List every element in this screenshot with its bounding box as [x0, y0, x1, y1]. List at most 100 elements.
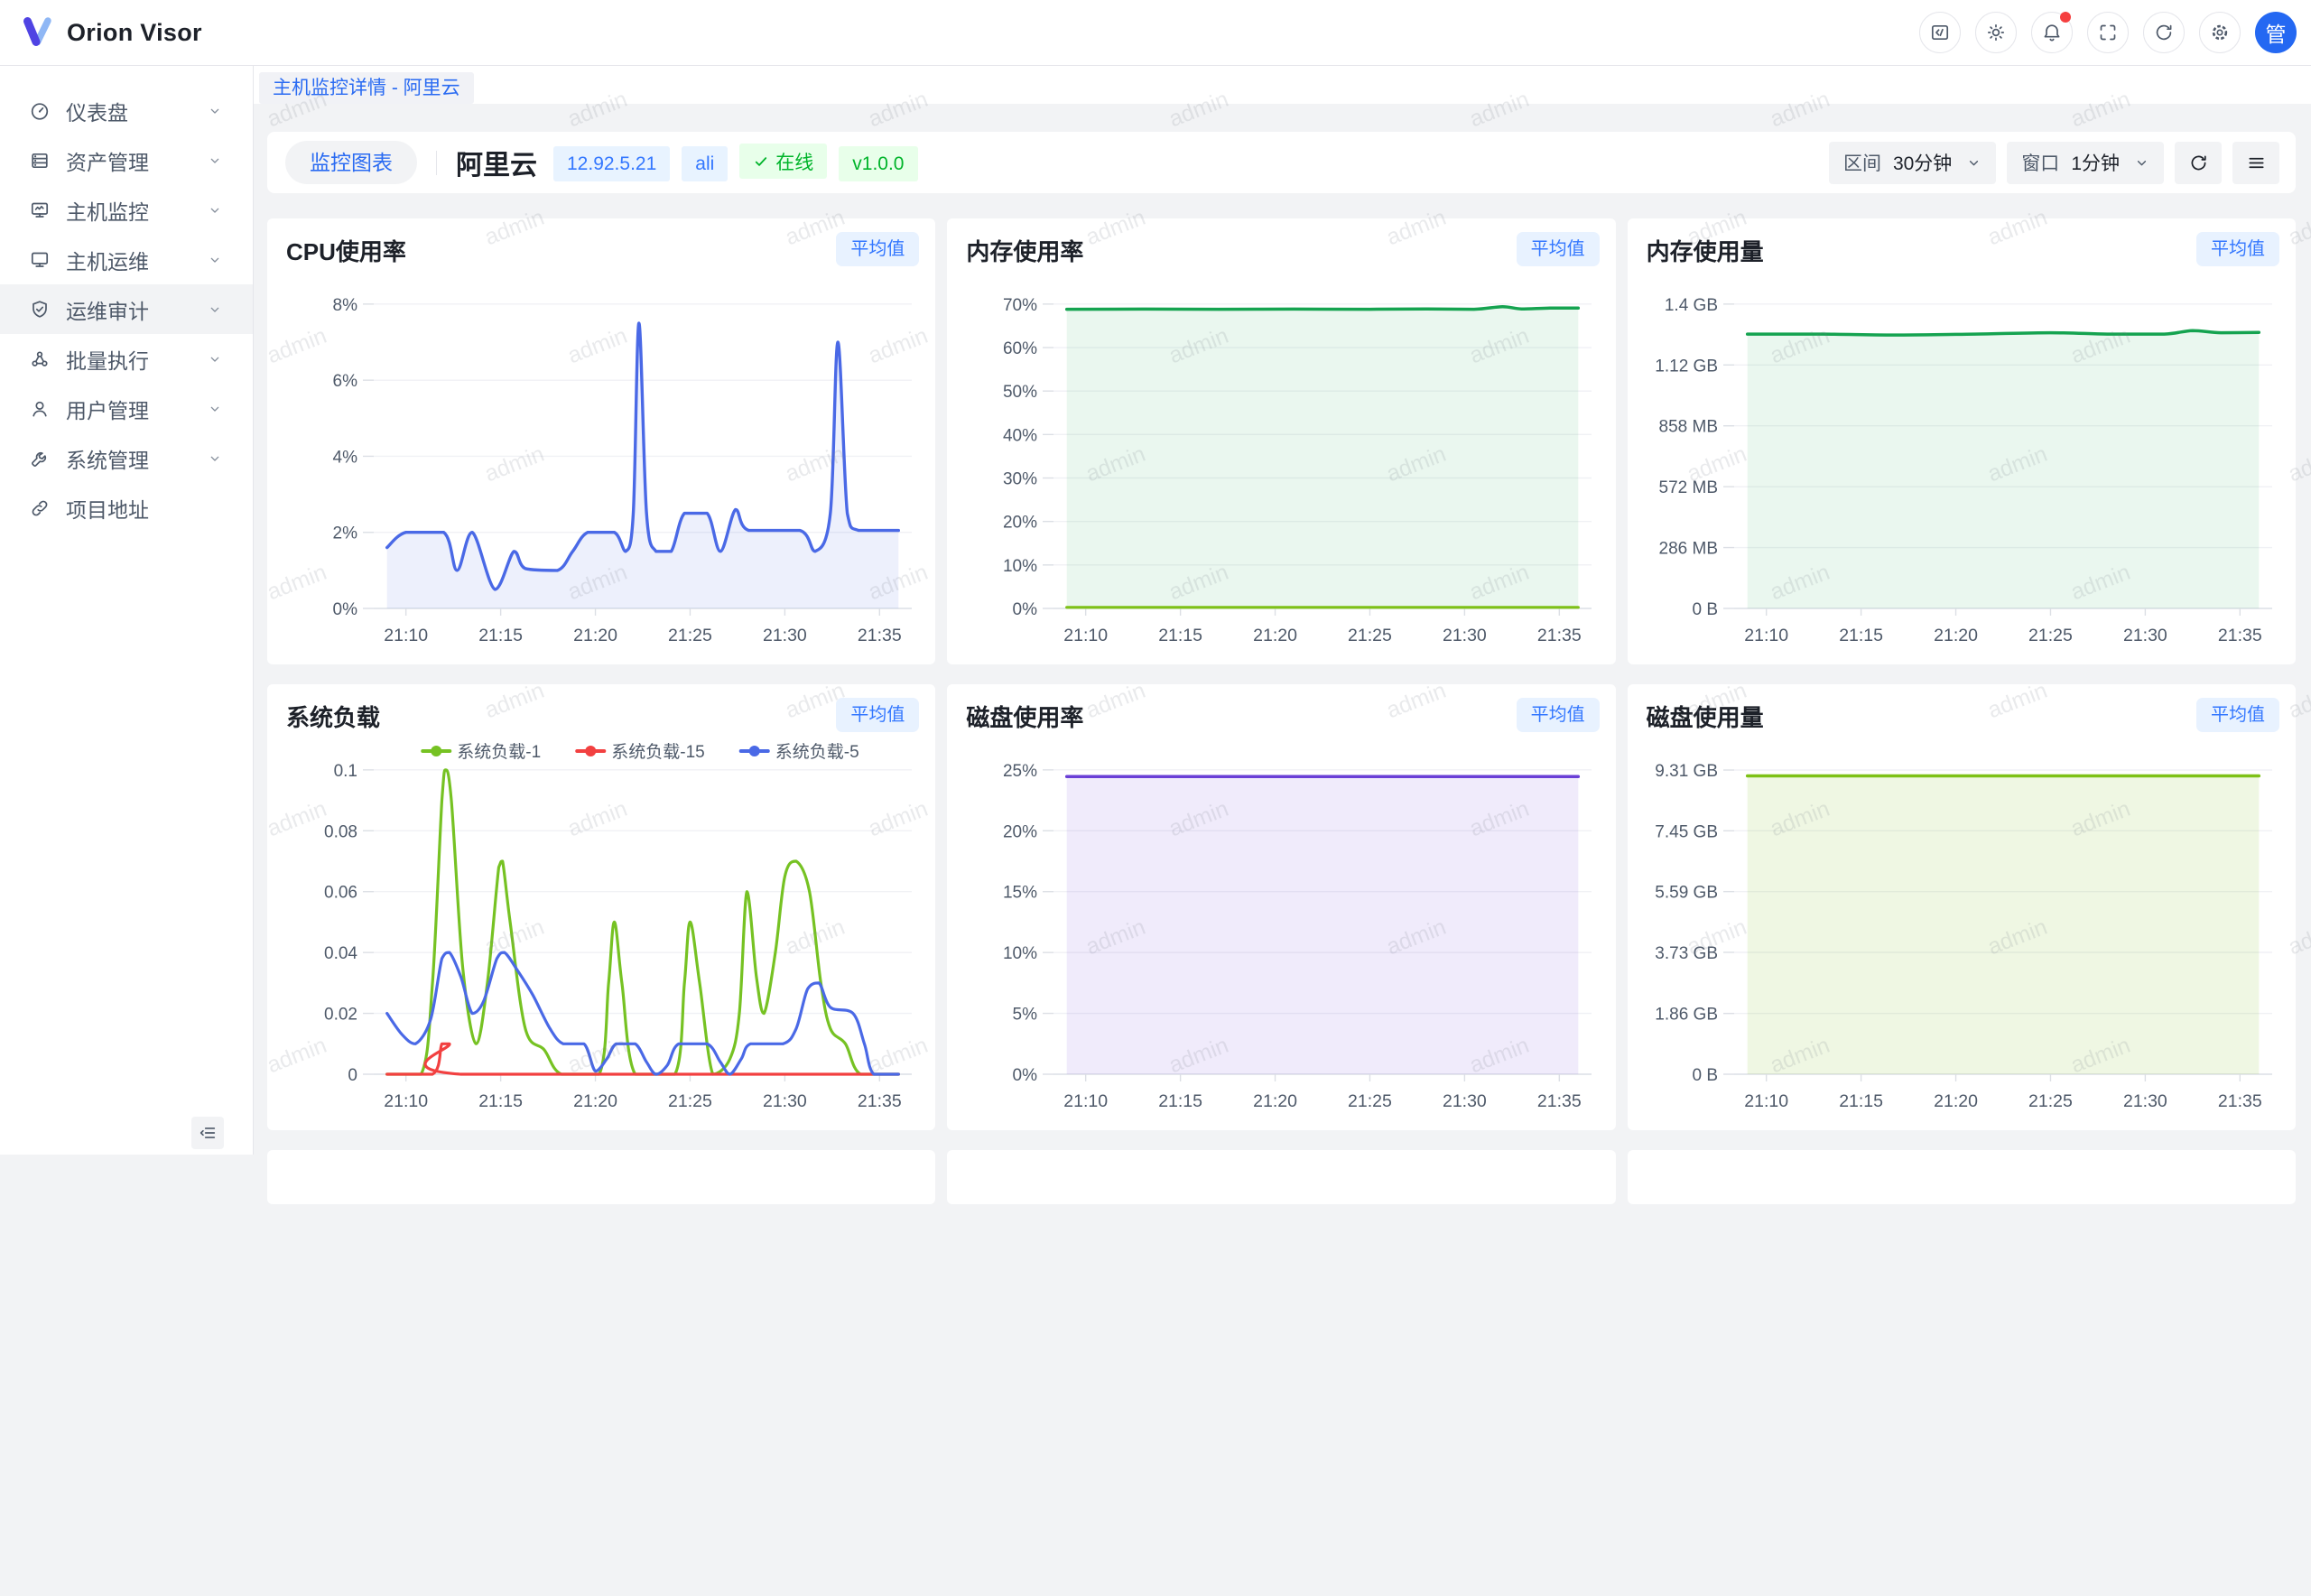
svg-text:0 B: 0 B [1692, 1066, 1718, 1085]
chart-card-6: 磁盘使用量平均值9.31 GB7.45 GB5.59 GB3.73 GB1.86… [1628, 684, 2296, 1130]
range-select[interactable]: 区间 30分钟 [1829, 142, 1996, 184]
svg-text:21:10: 21:10 [1744, 1091, 1788, 1111]
svg-text:25%: 25% [1003, 762, 1037, 781]
svg-text:2%: 2% [333, 524, 358, 543]
chevron-down-icon [208, 104, 222, 118]
svg-text:20%: 20% [1003, 514, 1037, 533]
sidebar-item-label: 系统管理 [66, 443, 208, 474]
range-select-label: 区间 [1843, 149, 1881, 176]
chart-title: 系统负载 [286, 700, 380, 733]
sidebar-item-monitor-chart[interactable]: 主机监控 [0, 185, 253, 235]
svg-text:6%: 6% [333, 372, 358, 391]
svg-text:21:30: 21:30 [1443, 1091, 1487, 1111]
app-logo: Orion Visor [20, 14, 202, 51]
sidebar-item-label: 主机监控 [66, 195, 208, 226]
svg-text:40%: 40% [1003, 426, 1037, 445]
divider [436, 151, 437, 175]
sidebar-item-label: 主机运维 [66, 245, 208, 275]
refresh-page-button[interactable] [2143, 12, 2185, 53]
svg-text:0.06: 0.06 [324, 884, 357, 903]
window-select[interactable]: 窗口 1分钟 [2007, 142, 2164, 184]
svg-text:21:25: 21:25 [1348, 1091, 1392, 1111]
notifications-button[interactable] [2031, 12, 2073, 53]
wrench-icon [29, 448, 51, 469]
shield-check-icon [29, 299, 51, 320]
sidebar: 仪表盘资产管理主机监控主机运维运维审计批量执行用户管理系统管理项目地址 [0, 66, 254, 1155]
svg-text:858 MB: 858 MB [1658, 418, 1717, 437]
svg-text:21:30: 21:30 [763, 1091, 807, 1111]
chart-config-button[interactable] [2232, 142, 2279, 184]
chart-aggregation-badge: 平均值 [1517, 698, 1600, 732]
sidebar-item-assets[interactable]: 资产管理 [0, 135, 253, 185]
sidebar-item-user[interactable]: 用户管理 [0, 384, 253, 433]
svg-text:系统负载-1: 系统负载-1 [457, 742, 541, 762]
svg-text:1.12 GB: 1.12 GB [1655, 357, 1718, 376]
breadcrumb[interactable]: 主机监控详情 - 阿里云 [259, 72, 474, 104]
sidebar-item-shield-check[interactable]: 运维审计 [0, 284, 253, 334]
sidebar-collapse-button[interactable] [191, 1117, 224, 1149]
svg-text:0%: 0% [1013, 1066, 1038, 1085]
user-avatar[interactable]: 管 [2255, 12, 2297, 53]
chart-aggregation-badge: 平均值 [836, 698, 919, 732]
svg-text:21:20: 21:20 [1253, 1091, 1297, 1111]
svg-text:8%: 8% [333, 296, 358, 315]
svg-text:15%: 15% [1003, 884, 1037, 903]
legend-item[interactable]: 系统负载-5 [741, 742, 859, 762]
svg-text:20%: 20% [1003, 822, 1037, 841]
theme-toggle-button[interactable] [1975, 12, 2017, 53]
chart-card-3: 内存使用量平均值1.4 GB1.12 GB858 MB572 MB286 MB0… [1628, 218, 2296, 664]
legend-item[interactable]: 系统负载-15 [577, 742, 704, 762]
svg-text:21:15: 21:15 [478, 1091, 523, 1111]
chevron-down-icon [1966, 155, 1982, 171]
user-icon [29, 398, 51, 420]
chart-title: CPU使用率 [286, 234, 406, 267]
gear-icon [2209, 22, 2231, 43]
code-button[interactable] [1919, 12, 1961, 53]
sidebar-menu: 仪表盘资产管理主机监控主机运维运维审计批量执行用户管理系统管理项目地址 [0, 66, 253, 533]
host-tag-text: 12.92.5.21 [567, 153, 656, 175]
sidebar-item-label: 项目地址 [66, 493, 222, 524]
chart-title: 磁盘使用量 [1647, 700, 1764, 733]
svg-text:60%: 60% [1003, 339, 1037, 358]
svg-text:0.02: 0.02 [324, 1006, 357, 1025]
svg-text:21:15: 21:15 [1159, 626, 1203, 645]
chart-title: 磁盘使用率 [966, 700, 1083, 733]
chart-card-1: CPU使用率平均值8%6%4%2%0%21:1021:1521:2021:252… [267, 218, 935, 664]
svg-text:21:15: 21:15 [478, 626, 523, 645]
svg-text:21:35: 21:35 [1537, 626, 1582, 645]
legend-item[interactable]: 系统负载-1 [422, 742, 541, 762]
svg-text:21:15: 21:15 [1159, 1091, 1203, 1111]
chart-card-5: 磁盘使用率平均值25%20%15%10%5%0%21:1021:1521:202… [947, 684, 1615, 1130]
chart-card-2: 内存使用率平均值70%60%50%40%30%20%10%0%21:1021:1… [947, 218, 1615, 664]
nodes-icon [29, 348, 51, 370]
chevron-down-icon [208, 402, 222, 416]
sidebar-item-gauge[interactable]: 仪表盘 [0, 86, 253, 135]
sidebar-item-nodes[interactable]: 批量执行 [0, 334, 253, 384]
sidebar-item-monitor[interactable]: 主机运维 [0, 235, 253, 284]
refresh-icon [2153, 22, 2175, 43]
range-select-value: 30分钟 [1893, 149, 1952, 176]
svg-text:3.73 GB: 3.73 GB [1655, 944, 1718, 963]
sidebar-item-link[interactable]: 项目地址 [0, 483, 253, 533]
svg-text:70%: 70% [1003, 296, 1037, 315]
refresh-charts-button[interactable] [2175, 142, 2222, 184]
sidebar-item-wrench[interactable]: 系统管理 [0, 433, 253, 483]
settings-button[interactable] [2199, 12, 2241, 53]
svg-text:系统负载-5: 系统负载-5 [775, 742, 859, 762]
fullscreen-button[interactable] [2087, 12, 2129, 53]
svg-text:21:35: 21:35 [2218, 1091, 2262, 1111]
svg-text:21:20: 21:20 [1253, 626, 1297, 645]
svg-text:0.08: 0.08 [324, 822, 357, 841]
sidebar-item-label: 资产管理 [66, 145, 208, 176]
monitor-chart-icon [29, 200, 51, 221]
svg-text:21:25: 21:25 [2028, 1091, 2073, 1111]
svg-text:572 MB: 572 MB [1658, 478, 1717, 497]
host-tag-text: v1.0.0 [852, 153, 904, 175]
link-icon [29, 497, 51, 519]
svg-text:21:35: 21:35 [2218, 626, 2262, 645]
tab-monitor-charts[interactable]: 监控图表 [285, 141, 417, 184]
svg-text:21:20: 21:20 [573, 1091, 617, 1111]
svg-text:10%: 10% [1003, 944, 1037, 963]
chart-aggregation-badge: 平均值 [836, 232, 919, 266]
svg-text:0.04: 0.04 [324, 944, 357, 963]
